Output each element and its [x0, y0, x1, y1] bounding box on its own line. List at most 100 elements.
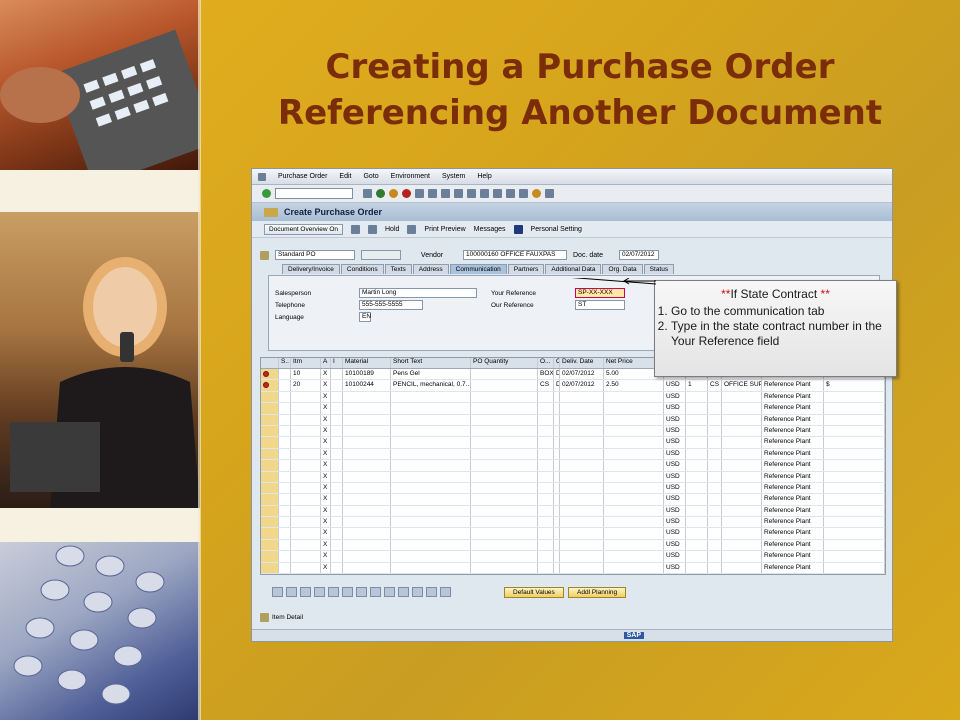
table-cell[interactable]	[722, 562, 762, 574]
table-cell[interactable]	[686, 471, 708, 482]
table-cell[interactable]	[722, 391, 762, 403]
table-cell[interactable]	[722, 403, 762, 414]
table-cell[interactable]: USD	[664, 437, 686, 448]
table-cell[interactable]	[471, 562, 538, 574]
table-cell[interactable]	[538, 448, 554, 460]
table-cell[interactable]	[560, 539, 604, 551]
table-cell[interactable]	[686, 460, 708, 471]
table-cell[interactable]	[604, 471, 664, 482]
table-cell[interactable]	[708, 505, 722, 517]
table-cell[interactable]	[343, 391, 391, 403]
table-cell[interactable]	[538, 437, 554, 448]
table-cell[interactable]	[538, 403, 554, 414]
other-po-icon[interactable]	[368, 224, 377, 234]
table-cell[interactable]	[291, 448, 321, 460]
table-cell[interactable]	[279, 369, 291, 380]
column-header[interactable]: I	[331, 358, 343, 368]
table-cell[interactable]	[604, 482, 664, 494]
table-cell[interactable]	[291, 562, 321, 574]
table-cell[interactable]: X	[321, 425, 331, 437]
table-cell[interactable]	[708, 494, 722, 505]
table-cell[interactable]: 2.50	[604, 380, 664, 391]
table-cell[interactable]	[686, 517, 708, 528]
table-cell[interactable]: Reference Plant	[762, 494, 824, 505]
salesperson-field[interactable]: Martin Long	[359, 288, 477, 298]
table-cell[interactable]	[291, 414, 321, 425]
table-cell[interactable]	[343, 494, 391, 505]
table-cell[interactable]: 20	[291, 380, 321, 391]
table-cell[interactable]: X	[321, 494, 331, 505]
copy-icon[interactable]	[314, 587, 325, 597]
table-cell[interactable]	[279, 494, 291, 505]
table-cell[interactable]: PENCIL, mechanical, 0.7...	[391, 380, 471, 391]
table-cell[interactable]	[560, 551, 604, 562]
table-cell[interactable]	[343, 460, 391, 471]
table-cell[interactable]	[279, 517, 291, 528]
table-cell[interactable]: Reference Plant	[762, 391, 824, 403]
table-cell[interactable]: 10100244	[343, 380, 391, 391]
table-cell[interactable]	[560, 425, 604, 437]
table-cell[interactable]	[261, 380, 279, 391]
table-cell[interactable]: X	[321, 505, 331, 517]
table-cell[interactable]	[343, 437, 391, 448]
table-cell[interactable]: USD	[664, 551, 686, 562]
table-cell[interactable]	[391, 505, 471, 517]
table-cell[interactable]: X	[321, 437, 331, 448]
table-cell[interactable]	[538, 471, 554, 482]
messages-button[interactable]: Messages	[474, 226, 506, 233]
table-cell[interactable]: CS	[708, 380, 722, 391]
table-cell[interactable]	[604, 562, 664, 574]
table-cell[interactable]	[686, 539, 708, 551]
item-detail-toggle[interactable]: Item Detail	[260, 613, 303, 622]
table-cell[interactable]	[560, 414, 604, 425]
table-cell[interactable]	[261, 551, 279, 562]
table-row[interactable]: X USD Reference Plant	[261, 517, 885, 529]
table-cell[interactable]	[391, 539, 471, 551]
table-cell[interactable]	[686, 505, 708, 517]
table-cell[interactable]	[471, 437, 538, 448]
table-cell[interactable]	[824, 391, 885, 403]
table-cell[interactable]	[708, 517, 722, 528]
delete-icon[interactable]	[328, 587, 339, 597]
table-cell[interactable]	[722, 517, 762, 528]
table-cell[interactable]: 10	[291, 369, 321, 380]
table-cell[interactable]	[538, 391, 554, 403]
table-cell[interactable]: USD	[664, 403, 686, 414]
table-cell[interactable]	[343, 528, 391, 539]
table-cell[interactable]	[824, 539, 885, 551]
table-cell[interactable]	[560, 482, 604, 494]
telephone-field[interactable]: 555-555-5555	[359, 300, 423, 310]
table-cell[interactable]: USD	[664, 471, 686, 482]
table-cell[interactable]: X	[321, 539, 331, 551]
table-cell[interactable]	[279, 403, 291, 414]
document-overview-button[interactable]: Document Overview On	[264, 223, 343, 235]
print-preview-button[interactable]: Print Preview	[424, 226, 465, 233]
table-row[interactable]: X USD Reference Plant	[261, 448, 885, 461]
table-cell[interactable]	[686, 414, 708, 425]
table-cell[interactable]	[538, 414, 554, 425]
table-cell[interactable]: 02/07/2012	[560, 380, 604, 391]
details-icon[interactable]	[272, 587, 283, 597]
column-header[interactable]: S..	[279, 358, 291, 368]
table-cell[interactable]	[331, 380, 343, 391]
export-icon[interactable]	[412, 587, 423, 597]
table-cell[interactable]	[708, 403, 722, 414]
table-cell[interactable]	[604, 551, 664, 562]
table-cell[interactable]	[538, 425, 554, 437]
table-row[interactable]: X USD Reference Plant	[261, 482, 885, 495]
table-cell[interactable]	[261, 448, 279, 460]
table-cell[interactable]	[391, 460, 471, 471]
table-cell[interactable]: X	[321, 482, 331, 494]
table-cell[interactable]	[279, 414, 291, 425]
table-cell[interactable]	[708, 528, 722, 539]
table-cell[interactable]	[343, 539, 391, 551]
table-cell[interactable]	[291, 425, 321, 437]
table-cell[interactable]	[471, 414, 538, 425]
table-cell[interactable]	[560, 460, 604, 471]
table-cell[interactable]	[279, 380, 291, 391]
table-cell[interactable]	[261, 437, 279, 448]
menu-system[interactable]: System	[442, 173, 465, 180]
table-cell[interactable]: Reference Plant	[762, 539, 824, 551]
sum-icon[interactable]	[398, 587, 409, 597]
table-cell[interactable]	[722, 528, 762, 539]
